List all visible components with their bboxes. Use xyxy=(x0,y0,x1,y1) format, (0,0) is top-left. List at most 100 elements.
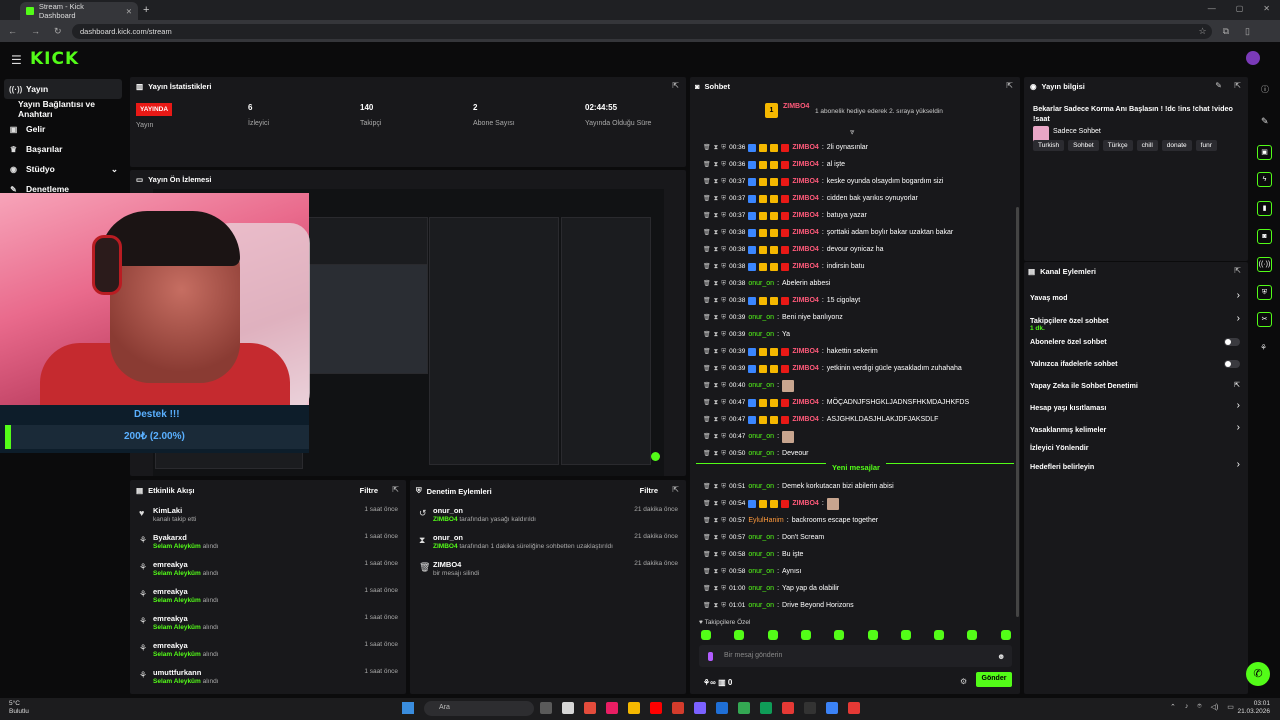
menu-icon[interactable]: ☰ xyxy=(11,53,22,67)
timeout-icon[interactable]: ⧗ xyxy=(714,331,719,339)
toggle-switch[interactable] xyxy=(1224,360,1240,368)
chevron-down-icon[interactable]: ⩔ xyxy=(850,127,855,137)
timeout-icon[interactable]: ⧗ xyxy=(714,246,719,254)
taskbar-app-icon[interactable] xyxy=(716,702,728,714)
message-user[interactable]: ZIMBO4 xyxy=(792,195,818,202)
channel-action-7[interactable]: İzleyici Yönlendir xyxy=(1030,443,1089,452)
avatar[interactable] xyxy=(1246,51,1260,65)
row-user[interactable]: emreakya xyxy=(153,560,188,569)
timeout-icon[interactable]: ⧗ xyxy=(714,229,719,237)
message-user[interactable]: onur_on xyxy=(748,551,774,558)
popout-icon[interactable]: ⇱ xyxy=(672,81,679,90)
message-user[interactable]: onur_on xyxy=(748,534,774,541)
taskbar-app-icon[interactable] xyxy=(606,702,618,714)
battery-icon[interactable]: ▭ xyxy=(1227,703,1234,711)
taskbar-app-icon[interactable] xyxy=(562,702,574,714)
pen-icon[interactable]: ✎ xyxy=(1261,116,1269,127)
taskbar-app-icon[interactable] xyxy=(782,702,794,714)
emote-icon[interactable] xyxy=(900,630,911,640)
popout-icon[interactable]: ⇱ xyxy=(1234,81,1241,90)
mic-icon[interactable] xyxy=(708,652,713,661)
tag-chip[interactable]: chill xyxy=(1136,140,1158,151)
timeout-icon[interactable]: ⧗ xyxy=(714,263,719,271)
timeout-icon[interactable]: ⧗ xyxy=(714,365,719,373)
rail-button-wrench[interactable]: ✂ xyxy=(1257,312,1272,327)
timeout-icon[interactable]: ⧗ xyxy=(714,297,719,305)
taskbar-app-icon[interactable] xyxy=(738,702,750,714)
delete-message-icon[interactable]: 🗑 xyxy=(703,263,711,270)
channel-action-5[interactable]: Hesap yaşı kısıtlaması xyxy=(1030,403,1106,412)
row-user[interactable]: Byakarxd xyxy=(153,533,187,542)
network-icon[interactable]: ⌾ xyxy=(1197,703,1201,711)
emote-icon[interactable] xyxy=(767,630,778,640)
sidebar-item-studyo[interactable]: ◉ Stüdyo ⌄ xyxy=(0,159,126,179)
delete-message-icon[interactable]: 🗑 xyxy=(703,534,711,541)
chevron-right-icon[interactable]: › xyxy=(1237,459,1240,470)
delete-message-icon[interactable]: 🗑 xyxy=(703,161,711,168)
taskbar-app-icon[interactable] xyxy=(804,702,816,714)
message-user[interactable]: onur_on xyxy=(748,314,774,321)
message-user[interactable]: ZIMBO4 xyxy=(792,144,818,151)
message-user[interactable]: ZIMBO4 xyxy=(792,416,818,423)
row-user[interactable]: emreakya xyxy=(153,614,188,623)
taskbar-app-icon[interactable] xyxy=(540,702,552,714)
delete-message-icon[interactable]: 🗑 xyxy=(703,399,711,406)
message-user[interactable]: onur_on xyxy=(748,331,774,338)
channel-action-3[interactable]: Yalnızca ifadelerle sohbet xyxy=(1030,359,1117,368)
delete-message-icon[interactable]: 🗑 xyxy=(703,551,711,558)
points-area[interactable]: ⚘∞ ▥ 0 xyxy=(703,678,732,687)
delete-message-icon[interactable]: 🗑 xyxy=(703,280,711,287)
tag-chip[interactable]: Turkish xyxy=(1033,140,1065,151)
taskbar-app-icon[interactable] xyxy=(694,702,706,714)
delete-message-icon[interactable]: 🗑 xyxy=(703,195,711,202)
timeout-icon[interactable]: ⧗ xyxy=(714,602,719,610)
back-icon[interactable]: ← xyxy=(8,26,17,37)
delete-message-icon[interactable]: 🗑 xyxy=(703,365,711,372)
forward-icon[interactable]: → xyxy=(31,26,40,37)
rail-button-broadcast[interactable]: ((·)) xyxy=(1257,257,1272,272)
message-user[interactable]: ZIMBO4 xyxy=(792,246,818,253)
message-user[interactable]: onur_on xyxy=(748,382,774,389)
message-user[interactable]: onur_on xyxy=(748,483,774,490)
taskbar-app-icon[interactable] xyxy=(760,702,772,714)
help-chat-fab-icon[interactable]: ✆ xyxy=(1246,662,1270,686)
delete-message-icon[interactable]: 🗑 xyxy=(703,433,711,440)
tag-chip[interactable]: funr xyxy=(1195,140,1217,151)
emote-icon[interactable] xyxy=(1000,630,1011,640)
popout-icon[interactable]: ⇱ xyxy=(1006,81,1013,90)
taskbar-app-icon[interactable] xyxy=(628,702,640,714)
reload-icon[interactable]: ↻ xyxy=(54,26,62,37)
timeout-icon[interactable]: ⧗ xyxy=(714,517,719,525)
popout-icon[interactable]: ⇱ xyxy=(392,485,399,494)
timeout-icon[interactable]: ⧗ xyxy=(714,195,719,203)
timeout-icon[interactable]: ⧗ xyxy=(714,382,719,390)
rail-button-chat[interactable]: ◙ xyxy=(1257,229,1272,244)
bookmark-star-icon[interactable]: ☆ xyxy=(1199,26,1207,37)
category-name[interactable]: Sadece Sohbet xyxy=(1053,128,1101,135)
timeout-icon[interactable]: ⧗ xyxy=(714,348,719,356)
chevron-right-icon[interactable]: › xyxy=(1237,290,1240,301)
toggle-switch[interactable] xyxy=(1224,338,1240,346)
emote-icon[interactable] xyxy=(867,630,878,640)
emote-icon[interactable] xyxy=(701,630,711,640)
delete-message-icon[interactable]: 🗑 xyxy=(703,212,711,219)
sidebar-item-yayin[interactable]: ((·)) Yayın xyxy=(4,79,122,99)
send-button[interactable]: Gönder xyxy=(976,672,1012,687)
delete-message-icon[interactable]: 🗑 xyxy=(703,568,711,575)
taskbar-app-icon[interactable] xyxy=(848,702,860,714)
settings-icon[interactable]: ⚙ xyxy=(960,677,967,686)
taskbar-app-icon[interactable] xyxy=(672,702,684,714)
tag-chip[interactable]: Sohbet xyxy=(1068,140,1099,151)
delete-message-icon[interactable]: 🗑 xyxy=(703,585,711,592)
browser-tab[interactable]: Stream - Kick Dashboard ✕ xyxy=(20,2,138,20)
channel-action-8[interactable]: Hedefleri belirleyin xyxy=(1030,462,1094,471)
tag-chip[interactable]: Türkçe xyxy=(1102,140,1133,151)
message-user[interactable]: onur_on xyxy=(748,568,774,575)
sidepanel-icon[interactable]: ▯ xyxy=(1245,26,1250,37)
delete-message-icon[interactable]: 🗑 xyxy=(703,348,711,355)
taskbar-clock[interactable]: 03:01 21.03.2026 xyxy=(1237,700,1270,716)
taskbar-app-icon[interactable] xyxy=(650,702,662,714)
sidebar-item-basarilar[interactable]: ♛ Başarılar xyxy=(0,139,126,159)
emote-icon[interactable] xyxy=(800,630,811,640)
delete-message-icon[interactable]: 🗑 xyxy=(703,331,711,338)
